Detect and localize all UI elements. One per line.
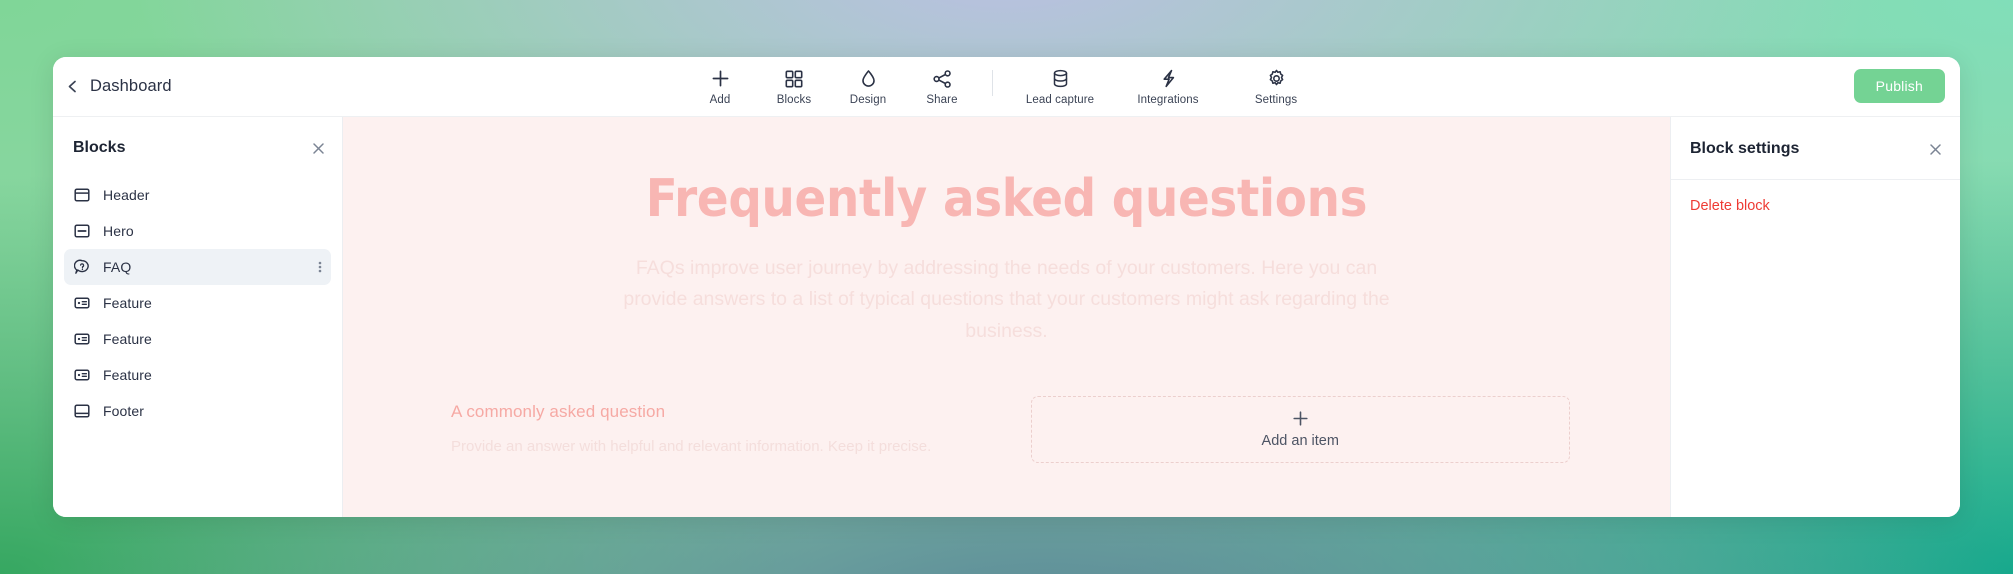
faq-item-question[interactable]: A commonly asked question	[451, 402, 989, 422]
list-item-label: Feature	[103, 331, 152, 347]
feature-block-icon	[74, 295, 90, 311]
feature-block-icon	[74, 331, 90, 347]
faq-item-answer[interactable]: Provide an answer with helpful and relev…	[451, 435, 989, 459]
close-icon[interactable]	[311, 141, 326, 156]
blocks-sidebar: Blocks Header Hero FAQ Feature Feature F…	[53, 117, 343, 517]
list-item-label: Header	[103, 187, 150, 203]
hero-block-icon	[74, 223, 90, 239]
list-item[interactable]: Feature	[64, 321, 331, 357]
faq-items-row: A commonly asked question Provide an ans…	[343, 395, 1670, 463]
share-nodes-icon	[932, 69, 952, 89]
list-item[interactable]: Feature	[64, 285, 331, 321]
gear-icon	[1267, 69, 1286, 89]
header-block-icon	[74, 187, 90, 203]
app-window: Dashboard Add Blocks Design Share Lead c…	[53, 57, 1960, 517]
app-body: Blocks Header Hero FAQ Feature Feature F…	[53, 117, 1960, 517]
close-icon[interactable]	[1928, 142, 1943, 157]
add-an-item-button[interactable]: Add an item	[1030, 395, 1570, 463]
tool-label: Blocks	[776, 93, 812, 106]
list-item[interactable]: Hero	[64, 213, 331, 249]
publish-button[interactable]: Publish	[1853, 69, 1945, 103]
back-to-dashboard-link[interactable]: Dashboard	[53, 77, 172, 96]
add-an-item-label: Add an item	[1261, 432, 1339, 449]
blocks-sidebar-header: Blocks	[53, 133, 342, 163]
faq-heading[interactable]: Frequently asked questions	[343, 172, 1670, 227]
faq-question-icon	[73, 259, 90, 275]
toolbar-divider	[992, 69, 993, 96]
block-list: Header Hero FAQ Feature Feature Feature …	[53, 177, 342, 429]
tool-label: Settings	[1254, 93, 1298, 106]
feature-block-icon	[74, 367, 90, 383]
tool-label: Lead capture	[1025, 93, 1095, 106]
list-item[interactable]: Header	[64, 177, 331, 213]
footer-block-icon	[74, 403, 90, 419]
faq-item[interactable]: A commonly asked question Provide an ans…	[451, 402, 989, 459]
blocks-panel-title: Blocks	[73, 139, 126, 156]
tool-label: Add	[709, 93, 731, 106]
panel-divider	[1671, 179, 1960, 180]
tool-lead-capture[interactable]: Lead capture	[1006, 68, 1114, 106]
tool-design[interactable]: Design	[831, 68, 905, 106]
block-settings-title: Block settings	[1690, 140, 1800, 157]
list-item[interactable]: Footer	[64, 393, 331, 429]
list-item-label: Feature	[103, 295, 152, 311]
tool-integrations[interactable]: Integrations	[1114, 68, 1222, 106]
sidebar-item-faq[interactable]: FAQ	[64, 249, 331, 285]
kebab-menu-icon[interactable]	[318, 259, 322, 275]
tool-label: Integrations	[1137, 93, 1199, 106]
faq-subheading[interactable]: FAQs improve user journey by addressing …	[622, 253, 1392, 348]
list-item[interactable]: Feature	[64, 357, 331, 393]
tool-share[interactable]: Share	[905, 68, 979, 106]
tool-add[interactable]: Add	[683, 68, 757, 106]
block-settings-panel: Block settings Delete block	[1670, 117, 1960, 517]
chevron-left-icon	[66, 79, 79, 94]
list-item-label: FAQ	[103, 259, 132, 275]
block-settings-header: Block settings	[1671, 133, 1960, 165]
tool-label: Design	[849, 93, 887, 106]
back-label: Dashboard	[90, 77, 172, 95]
tool-settings[interactable]: Settings	[1222, 68, 1330, 106]
editor-toolbar: Add Blocks Design Share Lead capture Int…	[53, 68, 1960, 106]
bolt-icon	[1160, 69, 1177, 89]
list-item-label: Feature	[103, 367, 152, 383]
list-item-label: Footer	[103, 403, 145, 419]
tool-label: Share	[926, 93, 958, 106]
list-item-label: Hero	[103, 223, 134, 239]
tool-blocks[interactable]: Blocks	[757, 68, 831, 106]
droplet-icon	[860, 69, 877, 89]
top-toolbar: Dashboard Add Blocks Design Share Lead c…	[53, 57, 1960, 117]
page-canvas[interactable]: Frequently asked questions FAQs improve …	[343, 117, 1670, 517]
grid-blocks-icon	[785, 69, 803, 89]
delete-block-button[interactable]: Delete block	[1671, 198, 1789, 214]
plus-icon	[1292, 410, 1309, 427]
plus-icon	[711, 69, 730, 89]
database-icon	[1052, 69, 1069, 89]
